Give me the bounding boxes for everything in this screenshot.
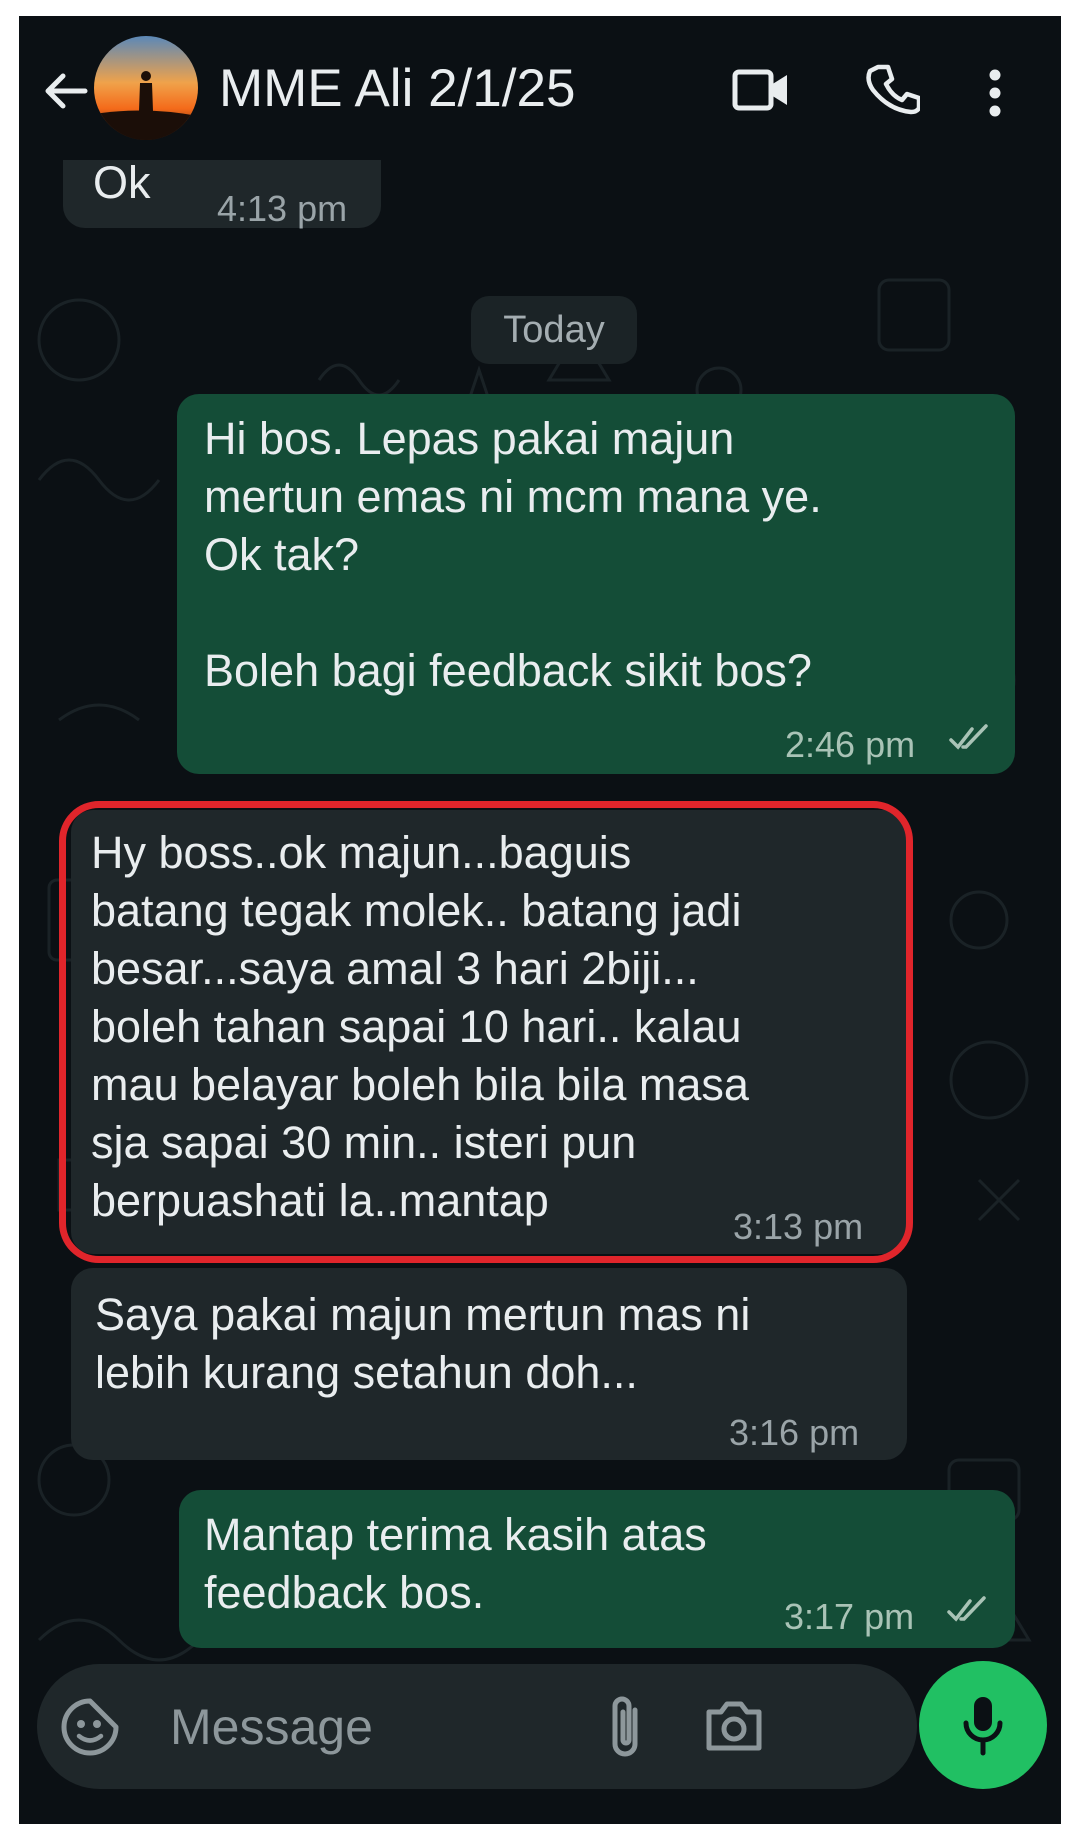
chat-header: MME Ali 2/1/25 xyxy=(19,16,1061,160)
mic-icon xyxy=(963,1697,1003,1756)
message-time: 2:46 pm xyxy=(785,724,916,765)
read-ticks-icon xyxy=(947,1596,986,1622)
more-options-icon[interactable] xyxy=(987,68,1003,118)
back-arrow-icon[interactable] xyxy=(41,66,91,116)
attach-icon[interactable] xyxy=(603,1692,647,1762)
message-text: Saya pakai majun mertun mas ni lebih kur… xyxy=(95,1289,751,1398)
message-composer[interactable]: Message xyxy=(37,1664,917,1789)
mic-button[interactable] xyxy=(919,1661,1047,1789)
contact-name[interactable]: MME Ali 2/1/25 xyxy=(219,56,575,122)
chat-screen: MME Ali 2/1/25 Ok 4:13 pm Today Hi bos. … xyxy=(19,16,1061,1824)
message-bubble-outgoing[interactable]: Mantap terima kasih atas feedback bos. 3… xyxy=(179,1490,1015,1648)
message-text: Mantap terima kasih atas feedback bos. xyxy=(204,1509,707,1618)
highlight-box xyxy=(59,801,913,1263)
message-bubble-incoming[interactable]: Saya pakai majun mertun mas ni lebih kur… xyxy=(71,1268,907,1460)
voice-call-icon[interactable] xyxy=(866,62,920,116)
date-divider: Today xyxy=(471,296,637,364)
message-input[interactable]: Message xyxy=(170,1698,373,1756)
read-ticks-icon xyxy=(949,724,988,750)
contact-avatar[interactable] xyxy=(94,36,198,140)
message-time: 3:16 pm xyxy=(729,1412,860,1453)
camera-icon[interactable] xyxy=(703,1698,765,1754)
message-bubble-outgoing[interactable]: Hi bos. Lepas pakai majun mertun emas ni… xyxy=(177,394,1015,774)
message-text: Ok xyxy=(93,157,151,208)
sticker-icon[interactable] xyxy=(59,1696,121,1758)
message-time: 4:13 pm xyxy=(217,188,348,229)
message-text: Hi bos. Lepas pakai majun mertun emas ni… xyxy=(204,413,822,696)
video-call-icon[interactable] xyxy=(731,66,791,114)
message-time: 3:17 pm xyxy=(784,1596,915,1637)
